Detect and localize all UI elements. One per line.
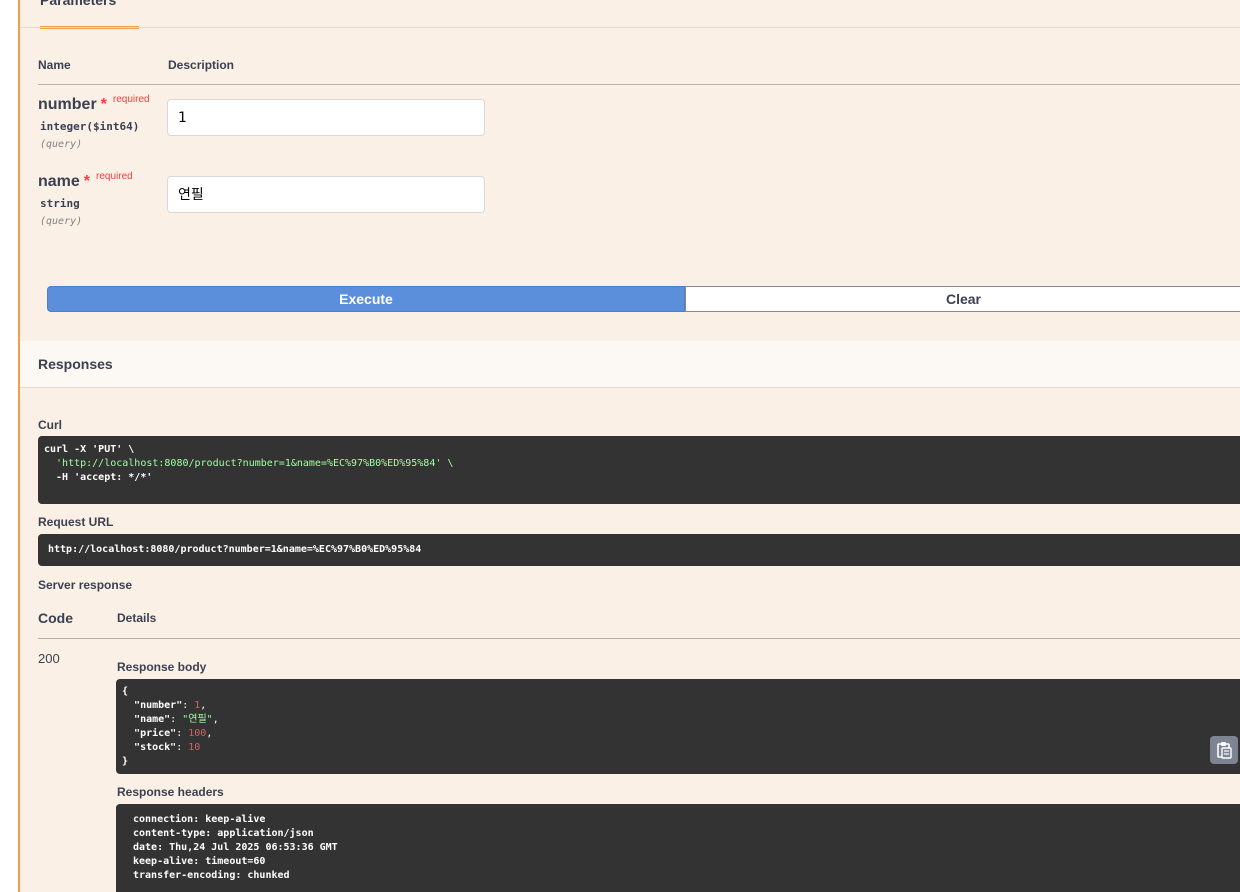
col-description-header: Description [168,58,235,72]
curl-line-3: -H 'accept: */*' [44,472,153,483]
tab-parameters-label: Parameters [40,0,117,8]
required-label: required [96,171,133,182]
request-url-label: Request URL [38,515,114,529]
status-code: 200 [38,651,60,666]
header-line: connection: keep-alive [133,814,266,825]
request-url-block[interactable]: http://localhost:8080/product?number=1&n… [38,534,1240,566]
param-number-name: number * required [38,94,150,114]
clipboard-icon [1217,742,1232,759]
param-number-in: (query) [40,139,83,150]
response-body-block[interactable]: { "number": 1, "name": "연필", "price": 10… [116,679,1240,774]
request-url-value: http://localhost:8080/product?number=1&n… [48,544,422,555]
col-details-header: Details [117,611,157,625]
header-line: content-type: application/json [133,828,314,839]
number-input[interactable]: 1 [167,99,485,136]
param-number-type: integer($int64) [40,120,140,133]
required-star: * [100,96,107,113]
tab-parameters[interactable]: Parameters [40,0,139,29]
response-headers-label: Response headers [117,785,224,799]
col-code-header: Code [38,610,73,626]
name-input[interactable]: 연필 [167,176,485,213]
execute-button[interactable]: Execute [47,286,685,312]
curl-line-2: 'http://localhost:8080/product?number=1&… [44,458,454,469]
header-line: transfer-encoding: chunked [133,870,290,881]
copy-to-clipboard-button[interactable] [1210,736,1238,764]
response-table-divider [38,638,1240,639]
clear-button[interactable]: Clear [685,286,1240,312]
server-response-label: Server response [38,578,133,592]
response-body-label: Response body [117,660,207,674]
curl-code-block[interactable]: curl -X 'PUT' \ 'http://localhost:8080/p… [38,436,1240,504]
responses-header: Responses [20,341,1240,388]
param-name-type: string [40,197,80,210]
curl-label: Curl [38,418,62,432]
body-price: 100 [188,728,207,739]
header-divider [20,27,1240,28]
header-line: keep-alive: timeout=60 [133,856,266,867]
body-name: 연필 [188,714,207,725]
header-line: date: Thu,24 Jul 2025 06:53:36 GMT [133,842,338,853]
param-name-label: name [38,173,80,190]
col-name-header: Name [38,58,71,72]
param-name-name: name * required [38,171,133,191]
body-stock: 10 [188,742,201,753]
responses-title: Responses [38,356,113,372]
param-name-in: (query) [40,216,83,227]
operation-panel: Parameters Name Description number * requi… [18,0,1240,892]
params-table-divider [38,84,1240,85]
param-number-label: number [38,96,97,113]
required-label: required [112,94,150,105]
body-number: 1 [194,700,201,711]
required-star: * [83,173,91,190]
response-headers-block[interactable]: connection: keep-alive content-type: app… [116,804,1240,892]
curl-line-1: curl -X 'PUT' \ [44,444,135,455]
